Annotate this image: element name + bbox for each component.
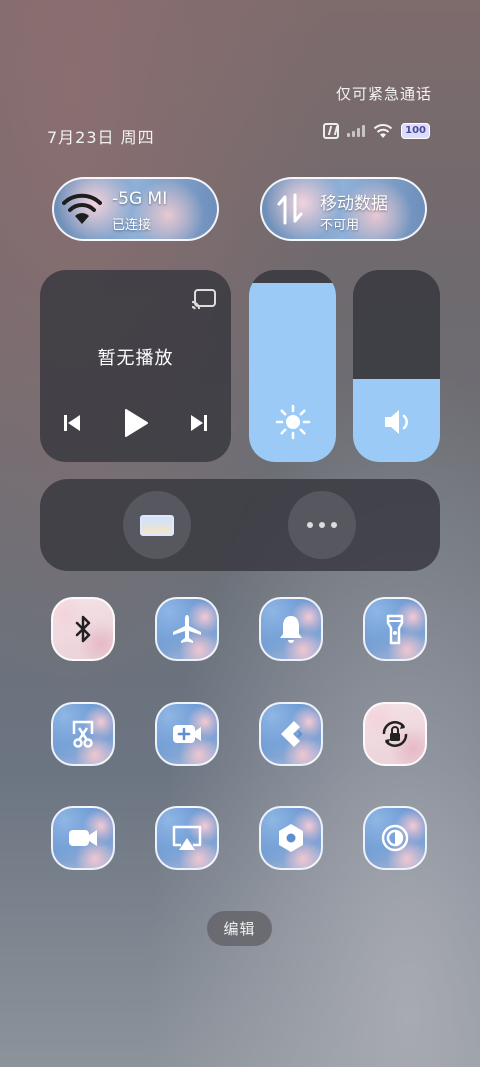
wifi-network-name: -5G MI [112, 189, 168, 209]
screenshot-toggle[interactable] [51, 702, 115, 766]
settings-hex-toggle[interactable] [259, 806, 323, 870]
screenshot-icon [72, 720, 94, 748]
bluetooth-icon [75, 615, 91, 643]
speaker-icon [384, 410, 408, 434]
video-camera-toggle[interactable] [51, 806, 115, 870]
media-player-card[interactable]: 暂无播放 [40, 270, 231, 462]
bluetooth-toggle[interactable] [51, 597, 115, 661]
airplane-toggle[interactable] [155, 597, 219, 661]
volume-slider[interactable] [353, 270, 440, 462]
previous-icon[interactable] [62, 413, 82, 433]
data-arrows-icon [277, 193, 303, 225]
video-plus-toggle[interactable] [155, 702, 219, 766]
next-icon[interactable] [189, 413, 209, 433]
rotation-lock-icon [382, 721, 408, 747]
status-bar-icons: 100 [323, 123, 430, 139]
wifi-icon [62, 193, 102, 224]
nearby-share-toggle[interactable] [259, 702, 323, 766]
bell-toggle[interactable] [259, 597, 323, 661]
wifi-icon [373, 124, 393, 138]
wifi-status: 已连接 [112, 218, 152, 233]
shortcut-row [40, 479, 440, 571]
battery-icon: 100 [401, 123, 430, 139]
screen-cast-icon [172, 825, 202, 850]
flashlight-toggle[interactable] [363, 597, 427, 661]
brightness-slider[interactable] [249, 270, 336, 462]
sun-icon [275, 404, 310, 440]
mobile-data-status: 不可用 [320, 218, 360, 233]
display-button[interactable] [123, 491, 191, 559]
nearby-share-icon [281, 721, 303, 747]
wifi-toggle[interactable]: -5G MI 已连接 [52, 177, 219, 241]
reading-mode-toggle[interactable] [363, 806, 427, 870]
play-icon[interactable] [123, 408, 149, 438]
mobile-data-toggle[interactable]: 移动数据 不可用 [260, 177, 427, 241]
bell-icon [280, 616, 302, 643]
date-label: 7月23日 周四 [47, 128, 155, 147]
emergency-calls-only: 仅可紧急通话 [335, 85, 432, 103]
cast-icon[interactable] [191, 288, 217, 310]
mobile-data-label: 移动数据 [320, 194, 388, 214]
edit-button[interactable]: 编辑 [207, 911, 272, 946]
reading-mode-icon [381, 824, 409, 852]
display-icon [140, 514, 174, 536]
rotation-lock-toggle[interactable] [363, 702, 427, 766]
screen-cast-toggle[interactable] [155, 806, 219, 870]
flashlight-icon [386, 614, 404, 645]
more-button[interactable] [288, 491, 356, 559]
now-playing-text: 暂无播放 [97, 348, 174, 369]
more-icon [307, 522, 337, 528]
video-plus-icon [173, 725, 201, 743]
signal-icon [347, 125, 366, 137]
nfc-icon [323, 123, 340, 139]
video-camera-icon [69, 830, 97, 846]
settings-hex-icon [279, 824, 303, 852]
airplane-icon [173, 615, 201, 643]
